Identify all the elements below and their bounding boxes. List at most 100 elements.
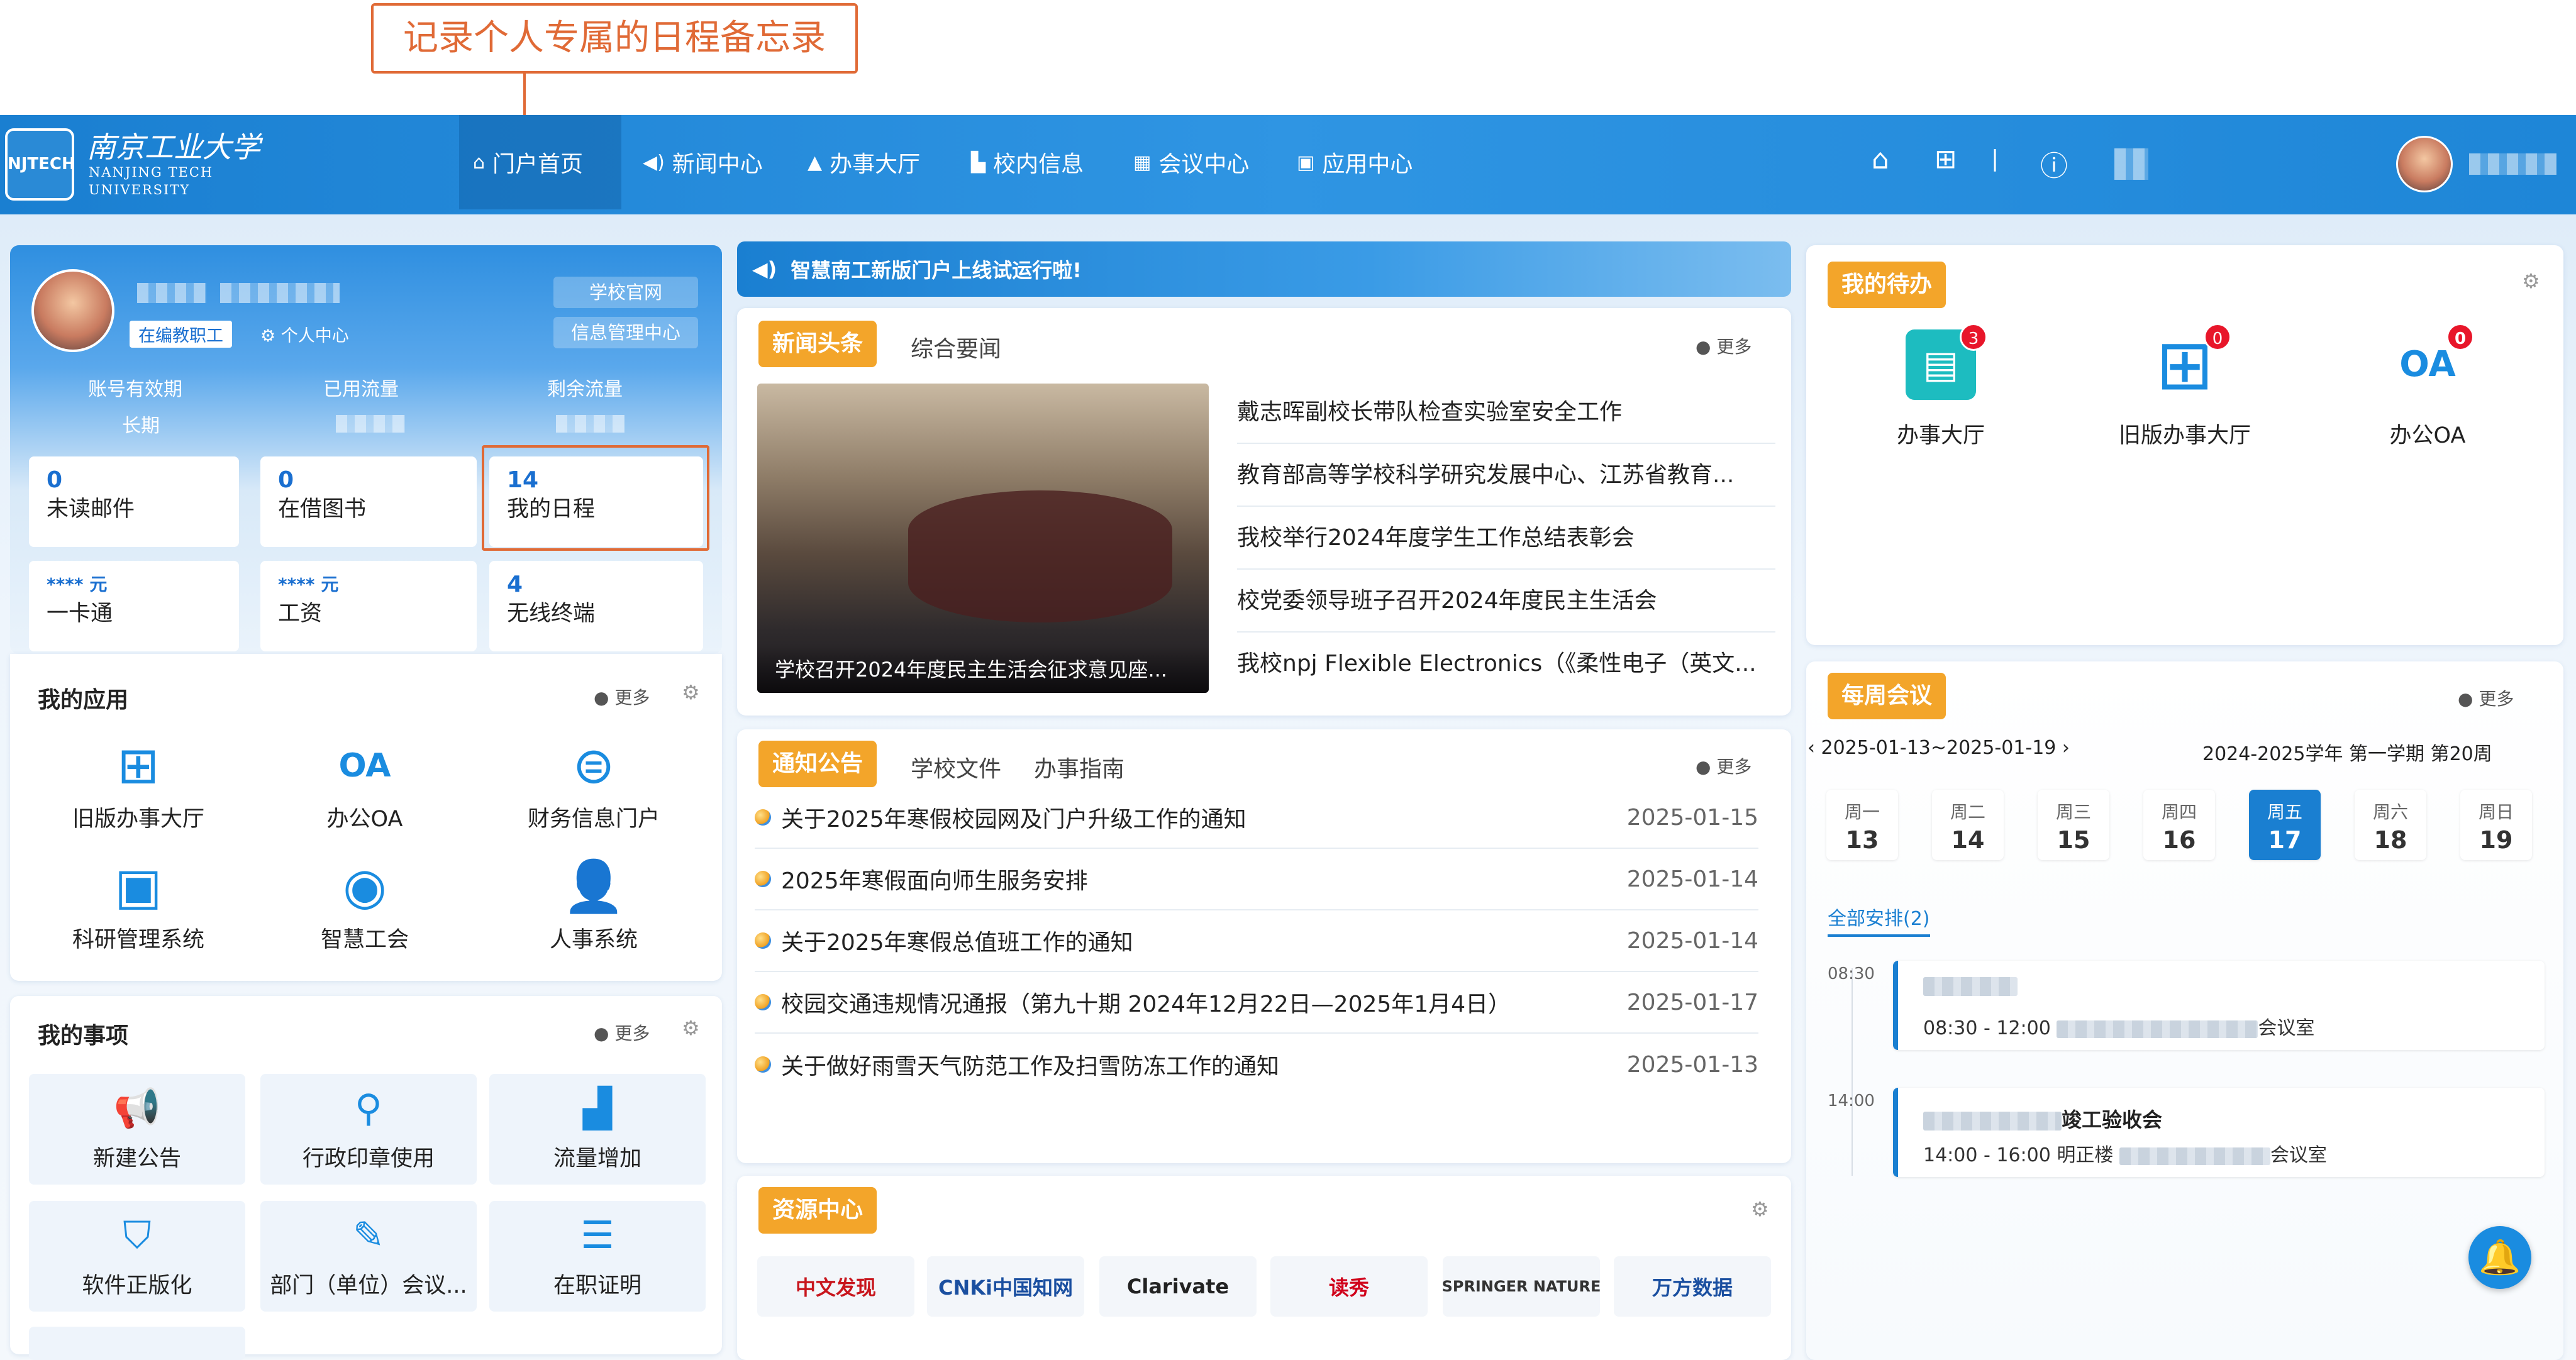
news-item[interactable]: 校党委领导班子召开2024年度民主生活会 [1237, 570, 1775, 633]
matter-department-meeting[interactable]: ✎ 部门（单位）会议... [260, 1201, 477, 1312]
day-sun[interactable]: 周日 19 [2460, 790, 2532, 860]
tab-school-files[interactable]: 学校文件 [911, 751, 1001, 783]
settings-icon[interactable]: ⚙ [2522, 269, 2540, 293]
matter-new-announcement[interactable]: 📢 新建公告 [29, 1074, 245, 1185]
nav-service-hall[interactable]: ▲ 办事大厅 [794, 115, 934, 209]
separator: | [1991, 146, 1999, 172]
news-item[interactable]: 戴志晖副校长带队检查实验室安全工作 [1237, 381, 1775, 444]
news-item[interactable]: 我校npj Flexible Electronics（《柔性电子（英文... [1237, 633, 1775, 695]
app-hr-system[interactable]: 👤 人事系统 [499, 855, 688, 954]
notices-more[interactable]: ● 更多 [1696, 753, 1752, 778]
matter-traffic-increase[interactable]: ▟ 流量增加 [489, 1074, 706, 1185]
grid-apps-icon: ⊞ 0 [2150, 323, 2231, 400]
more-icon: ● [594, 1023, 615, 1044]
notice-item[interactable]: 关于2025年寒假校园网及门户升级工作的通知 2025-01-15 [755, 787, 1758, 849]
announcement-bar[interactable]: ◀) 智慧南工新版门户上线试运行啦! [737, 241, 1791, 297]
day-mon[interactable]: 周一 13 [1826, 790, 1898, 860]
day-sat[interactable]: 周六 18 [2355, 790, 2426, 860]
resource-duxiu[interactable]: 读秀 [1270, 1256, 1428, 1317]
news-item[interactable]: 教育部高等学校科学研究发展中心、江苏省教育... [1237, 444, 1775, 507]
app-finance-portal[interactable]: ⊜ 财务信息门户 [499, 734, 688, 833]
nav-campus-info[interactable]: ▙ 校内信息 [957, 115, 1097, 209]
bell-icon[interactable]: 🔔 [2468, 1226, 2531, 1289]
resource-clarivate[interactable]: Clarivate [1099, 1256, 1257, 1317]
nav-home[interactable]: ⌂ 门户首页 [459, 115, 621, 209]
resource-chinese-discovery[interactable]: 中文发现 [757, 1256, 914, 1317]
news-photo[interactable]: 学校召开2024年度民主生活会征求意见座... [757, 384, 1209, 693]
personal-center-link[interactable]: ⚙ 个人中心 [260, 322, 349, 346]
event-detail: 08:30 - 12:00 会议室 [1923, 1017, 2315, 1039]
nav-app-center[interactable]: ▣ 应用中心 [1283, 115, 1426, 209]
resources-title: 资源中心 [758, 1187, 877, 1234]
day-wed[interactable]: 周三 15 [2038, 790, 2109, 860]
tile-wireless-terminals[interactable]: 4 无线终端 [489, 561, 703, 651]
matter-software-licensing[interactable]: ⛉ 软件正版化 [29, 1201, 245, 1312]
university-logo[interactable]: NJTECH [5, 128, 75, 201]
apps-grid-icon[interactable]: ⊞ [1935, 143, 1957, 174]
event-card[interactable]: 08:30 - 12:00 会议室 [1893, 961, 2545, 1050]
day-fri[interactable]: 周五 17 [2249, 790, 2321, 860]
info-icon: ▙ [971, 151, 986, 174]
school-website-button[interactable]: 学校官网 [553, 277, 698, 308]
news-more[interactable]: ● 更多 [1696, 333, 1752, 358]
home-icon[interactable]: ⌂ [1872, 143, 1889, 175]
speaker-icon: ◀) [752, 257, 777, 281]
app-research-management[interactable]: ▣ 科研管理系统 [44, 855, 233, 954]
bullet-icon [755, 994, 771, 1010]
tile-borrowed-books[interactable]: 0 在借图书 [260, 456, 477, 547]
event-card[interactable]: 竣工验收会 14:00 - 16:00 明正楼 会议室 [1893, 1088, 2545, 1177]
settings-icon[interactable]: ⚙ [682, 680, 700, 704]
nav-news[interactable]: ◀) 新闻中心 [629, 115, 777, 209]
my-apps-more[interactable]: ● 更多 [594, 684, 650, 709]
help-icon[interactable]: ⓘ [2040, 143, 2068, 184]
blurred-id [220, 283, 340, 303]
stamp-icon: ⚲ [355, 1086, 382, 1131]
resource-springer-nature[interactable]: SPRINGER NATURE [1442, 1256, 1601, 1317]
app-smart-union[interactable]: ◉ 智慧工会 [270, 855, 459, 954]
notice-item[interactable]: 校园交通违规情况通报（第九十期 2024年12月22日—2025年1月4日） 20… [755, 972, 1758, 1034]
app-office-oa[interactable]: OA 办公OA [270, 734, 459, 833]
notice-item[interactable]: 2025年寒假面向师生服务安排 2025-01-14 [755, 849, 1758, 910]
tab-headlines[interactable]: 新闻头条 [758, 321, 877, 367]
todo-service-hall[interactable]: ▤ 3 办事大厅 [1846, 323, 2035, 450]
tab-general-news[interactable]: 综合要闻 [911, 331, 1001, 363]
day-tue[interactable]: 周二 14 [1932, 790, 2004, 860]
tab-service-guide[interactable]: 办事指南 [1034, 751, 1124, 783]
tile-unread-mail[interactable]: 0 未读邮件 [29, 456, 239, 547]
bullet-icon [755, 1056, 771, 1073]
more-icon: ● [1696, 336, 1717, 357]
todo-old-service-hall[interactable]: ⊞ 0 旧版办事大厅 [2090, 323, 2279, 450]
tile-campus-card[interactable]: **** 元一卡通 [29, 561, 239, 651]
filter-all-schedules[interactable]: 全部安排(2) [1828, 903, 1930, 937]
chevron-left-icon[interactable]: ‹ [1807, 737, 1821, 759]
notice-item[interactable]: 关于做好雨雪天气防范工作及扫雪防冻工作的通知 2025-01-13 [755, 1034, 1758, 1095]
resource-cnki[interactable]: CNKi中国知网 [927, 1256, 1084, 1317]
resource-wanfang[interactable]: 万方数据 [1614, 1256, 1771, 1317]
matter-employment-certificate[interactable]: ☰ 在职证明 [489, 1201, 706, 1312]
account-validity-value: 长期 [122, 415, 160, 437]
tab-notices[interactable]: 通知公告 [758, 741, 877, 787]
profile-avatar[interactable] [31, 269, 114, 352]
timeline-line [1852, 968, 1853, 1176]
tile-salary[interactable]: **** 元工资 [260, 561, 477, 651]
chevron-right-icon[interactable]: › [2056, 737, 2070, 759]
news-item[interactable]: 我校举行2024年度学生工作总结表彰会 [1237, 507, 1775, 570]
role-badge: 在编教职工 [130, 321, 232, 348]
meetings-more[interactable]: ● 更多 [2458, 685, 2514, 710]
calendar-icon: ▦ [1133, 151, 1152, 174]
avatar[interactable] [2396, 136, 2453, 192]
todo-office-oa[interactable]: OA 0 办公OA [2333, 323, 2522, 450]
blurred-event-title [1923, 1112, 2062, 1131]
oa-icon: OA 0 [2392, 323, 2474, 400]
settings-icon[interactable]: ⚙ [682, 1016, 700, 1040]
my-matters-more[interactable]: ● 更多 [594, 1020, 650, 1045]
day-thu[interactable]: 周四 16 [2143, 790, 2215, 860]
app-old-service-hall[interactable]: ⊞ 旧版办事大厅 [44, 734, 233, 833]
matter-partial-row[interactable] [29, 1327, 245, 1360]
bullet-icon [755, 871, 771, 887]
settings-icon[interactable]: ⚙ [1751, 1197, 1769, 1221]
matter-seal-usage[interactable]: ⚲ 行政印章使用 [260, 1074, 477, 1185]
info-center-button[interactable]: 信息管理中心 [553, 317, 698, 348]
notice-item[interactable]: 关于2025年寒假总值班工作的通知 2025-01-14 [755, 910, 1758, 972]
nav-meeting-center[interactable]: ▦ 会议中心 [1119, 115, 1263, 209]
